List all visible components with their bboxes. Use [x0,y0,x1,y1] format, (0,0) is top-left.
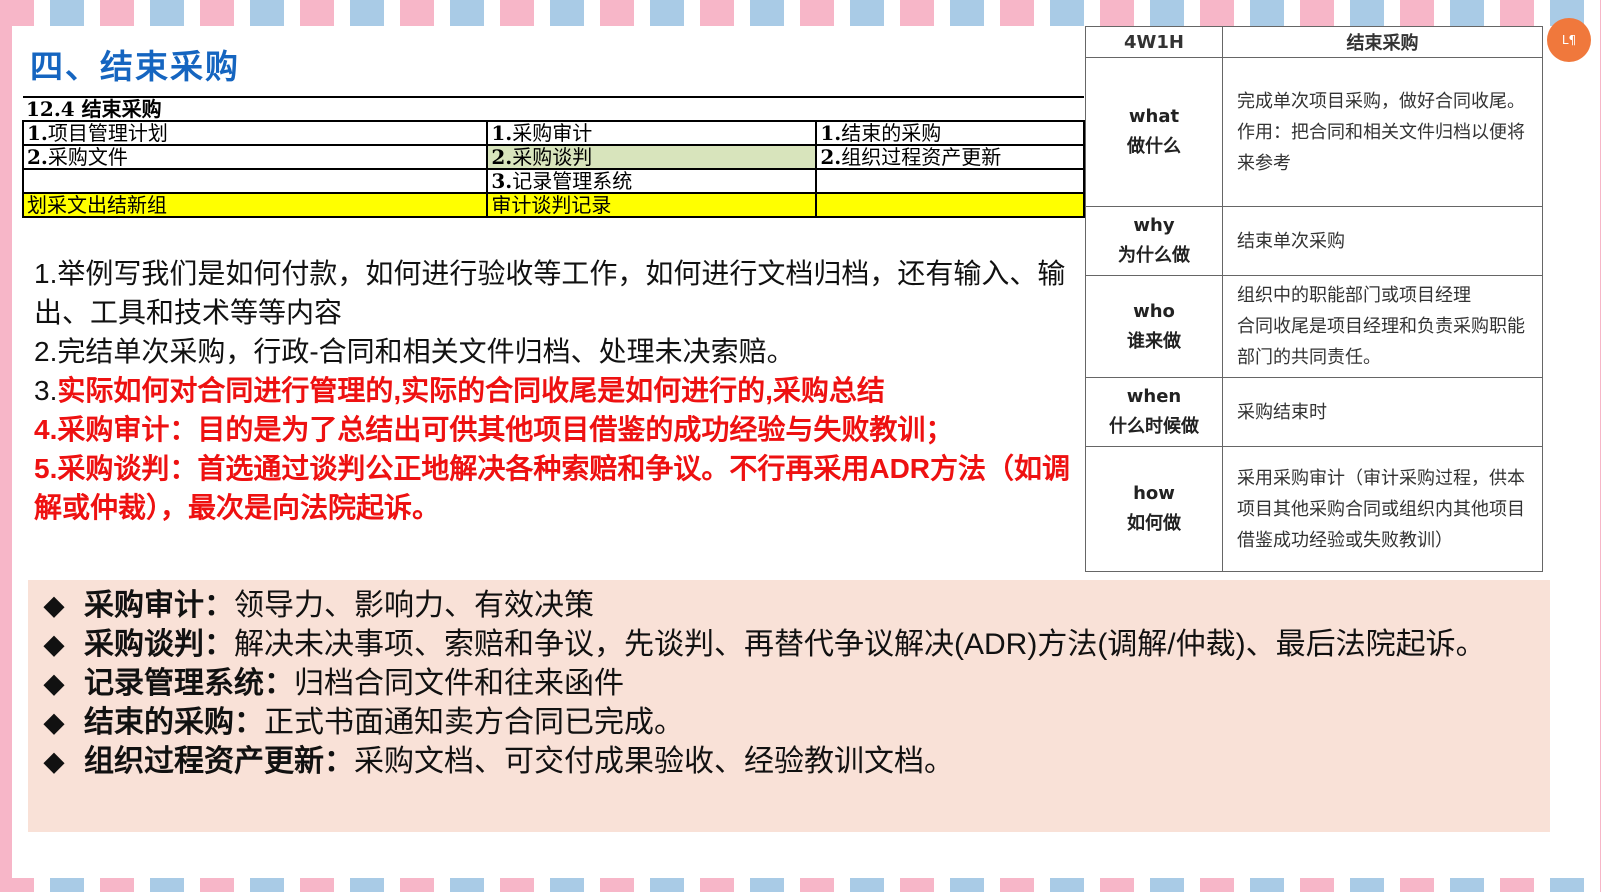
mnemonic-cell: 审计谈判记录 [486,192,818,218]
itto-row: 2.采购文件 2.采购谈判 2.组织过程资产更新 [21,144,1085,170]
4w1h-row: how 如何做 采用采购审计（审计采购过程，供本项目其他采购合同或组织内其他项目借… [1085,446,1543,572]
note-item: 1.举例写我们是如何付款，如何进行验收等工作，如何进行文档归档，还有输入、输出、… [34,258,1066,328]
4w1h-header-left: 4W1H [1085,26,1223,58]
input-cell: 2.采购文件 [21,144,489,170]
4w1h-key: who 谁来做 [1085,275,1223,378]
4w1h-row: what 做什么 完成单次项目采购，做好合同收尾。 作用：把合同和相关文件归档以便… [1085,57,1543,207]
itto-header: 12.4 结束采购 [23,96,488,122]
summary-item: ◆ 组织过程资产更新：采购文档、可交付成果验收、经验教训文档。 [28,742,1550,781]
tool-cell: 3.记录管理系统 [486,168,818,194]
corner-badge[interactable]: L¶ [1547,18,1591,62]
4w1h-key: what 做什么 [1085,57,1223,207]
4w1h-value: 采用采购审计（审计采购过程，供本项目其他采购合同或组织内其他项目借鉴成功经验或失… [1222,446,1543,572]
4w1h-row: who 谁来做 组织中的职能部门或项目经理 合同收尾是项目经理和负责采购职能部门的… [1085,275,1543,378]
mnemonic-cell [815,192,1085,218]
4w1h-key: why 为什么做 [1085,206,1223,276]
4w1h-row: when 什么时候做 采购结束时 [1085,377,1543,447]
output-cell [815,168,1085,194]
tool-cell-highlighted: 2.采购谈判 [486,144,818,170]
4w1h-value: 采购结束时 [1222,377,1543,447]
input-cell [21,168,489,194]
summary-item: ◆ 采购审计：领导力、影响力、有效决策 [28,586,1550,625]
summary-box: ◆ 采购审计：领导力、影响力、有效决策 ◆ 采购谈判：解决未决事项、索赔和争议，先谈… [28,580,1550,832]
summary-item: ◆ 采购谈判：解决未决事项、索赔和争议，先谈判、再替代争议解决(ADR)方法(调解… [28,625,1550,664]
diamond-bullet-icon: ◆ [44,629,64,659]
diamond-bullet-icon: ◆ [44,746,64,776]
diamond-bullet-icon: ◆ [44,590,64,620]
diamond-bullet-icon: ◆ [44,668,64,698]
summary-item: ◆ 结束的采购：正式书面通知卖方合同已完成。 [28,703,1550,742]
slide-title: 四、结束采购 [30,47,240,86]
4w1h-header-right: 结束采购 [1222,26,1543,58]
4w1h-value: 结束单次采购 [1222,206,1543,276]
4w1h-key: how 如何做 [1085,446,1223,572]
4w1h-key: when 什么时候做 [1085,377,1223,447]
itto-table: 12.4 结束采购 1.项目管理计划 1.采购审计 1.结束的采购 2.采购文件… [21,96,1085,218]
output-cell: 1.结束的采购 [815,120,1085,146]
itto-row: 1.项目管理计划 1.采购审计 1.结束的采购 [21,120,1085,146]
4w1h-row: why 为什么做 结束单次采购 [1085,206,1543,276]
itto-header-row: 12.4 结束采购 [23,96,1084,122]
itto-row: 3.记录管理系统 [21,168,1085,194]
note-item: 3.实际如何对合同进行管理的,实际的合同收尾是如何进行的,采购总结 [34,375,885,406]
diamond-bullet-icon: ◆ [44,707,64,737]
note-item: 2.完结单次采购，行政-合同和相关文件归档、处理未决索赔。 [34,336,795,367]
notes-list: 1.举例写我们是如何付款，如何进行验收等工作，如何进行文档归档，还有输入、输出、… [34,254,1084,527]
4w1h-header-row: 4W1H 结束采购 [1085,26,1543,58]
input-cell: 1.项目管理计划 [21,120,489,146]
mnemonic-cell: 划采文出结新组 [21,192,489,218]
summary-item: ◆ 记录管理系统：归档合同文件和往来函件 [28,664,1550,703]
tool-cell: 1.采购审计 [486,120,818,146]
itto-mnemonic-row: 划采文出结新组 审计谈判记录 [21,192,1085,218]
4w1h-value: 完成单次项目采购，做好合同收尾。 作用：把合同和相关文件归档以便将来参考 [1222,57,1543,207]
slide: L¶ 四、结束采购 12.4 结束采购 1.项目管理计划 1.采购审计 1.结束… [12,18,1591,878]
note-item: 4.采购审计：目的是为了总结出可供其他项目借鉴的成功经验与失败教训； [34,414,954,445]
4w1h-value: 组织中的职能部门或项目经理 合同收尾是项目经理和负责采购职能部门的共同责任。 [1222,275,1543,378]
note-item: 5.采购谈判：首选通过谈判公正地解决各种索赔和争议。不行再采用ADR方法（如调解… [34,453,1071,523]
output-cell: 2.组织过程资产更新 [815,144,1085,170]
4w1h-table: 4W1H 结束采购 what 做什么 完成单次项目采购，做好合同收尾。 作用：把合… [1085,26,1543,572]
